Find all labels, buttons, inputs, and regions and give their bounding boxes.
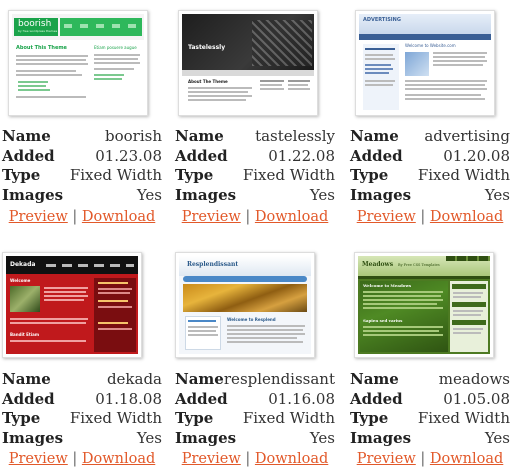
name-label: Name xyxy=(350,127,399,145)
theme-name: advertising xyxy=(424,127,510,145)
thumb-heading-2: Sapien sed varius xyxy=(363,318,403,323)
preview-link[interactable]: Preview xyxy=(9,451,68,467)
theme-images: Yes xyxy=(484,428,510,447)
added-label: Added xyxy=(350,146,403,165)
download-link[interactable]: Download xyxy=(430,209,503,225)
theme-thumbnail[interactable]: ADVERTISING Welcome to Website.com xyxy=(355,10,495,116)
images-label: Images xyxy=(350,428,412,447)
theme-images: Yes xyxy=(136,428,162,447)
added-label: Added xyxy=(350,389,403,408)
thumb-logo: Resplendissant xyxy=(187,261,239,268)
type-label: Type xyxy=(175,166,214,184)
theme-name: boorish xyxy=(105,127,162,145)
download-link[interactable]: Download xyxy=(430,451,503,467)
link-separator: | xyxy=(420,209,426,225)
type-label: Type xyxy=(2,409,41,427)
theme-images: Yes xyxy=(484,185,510,204)
type-label: Type xyxy=(350,409,389,427)
theme-thumbnail[interactable]: Resplendissant Welcome to Resplend xyxy=(175,252,315,358)
download-link[interactable]: Download xyxy=(82,451,155,467)
added-label: Added xyxy=(2,146,55,165)
images-label: Images xyxy=(350,185,412,204)
preview-link[interactable]: Preview xyxy=(182,209,241,225)
thumb-tagline: by free wordpress themes xyxy=(18,29,58,33)
theme-name: resplendissant xyxy=(223,370,335,388)
thumb-heading: Welcome to Website.com xyxy=(405,43,456,48)
theme-type: Fixed Width xyxy=(69,166,162,184)
theme-added: 01.05.08 xyxy=(443,389,510,408)
theme-type: Fixed Width xyxy=(242,166,335,184)
thumb-logo: Tastelessly xyxy=(188,44,226,51)
theme-added: 01.20.08 xyxy=(443,146,510,165)
theme-added: 01.18.08 xyxy=(95,389,162,408)
preview-link[interactable]: Preview xyxy=(182,451,241,467)
link-separator: | xyxy=(245,209,251,225)
thumb-side-heading: Etiam posuere augue xyxy=(94,45,137,50)
name-label: Name xyxy=(175,127,224,145)
download-link[interactable]: Download xyxy=(82,209,155,225)
thumb-logo: Dekada xyxy=(10,261,36,268)
images-label: Images xyxy=(175,185,237,204)
added-label: Added xyxy=(2,389,55,408)
theme-type: Fixed Width xyxy=(417,166,510,184)
thumb-heading: About This Theme xyxy=(16,45,67,51)
thumb-logo: ADVERTISING xyxy=(363,17,401,23)
added-label: Added xyxy=(175,146,228,165)
thumb-heading: Welcome xyxy=(10,278,31,283)
download-link[interactable]: Download xyxy=(255,451,328,467)
thumb-heading: About The Theme xyxy=(188,79,228,84)
theme-added: 01.22.08 xyxy=(268,146,335,165)
theme-added: 01.16.08 xyxy=(268,389,335,408)
theme-images: Yes xyxy=(309,185,335,204)
theme-images: Yes xyxy=(309,428,335,447)
name-label: Name xyxy=(2,127,51,145)
theme-type: Fixed Width xyxy=(242,409,335,427)
preview-link[interactable]: Preview xyxy=(357,451,416,467)
name-label: Name xyxy=(175,370,224,388)
thumb-tagline: By Free CSS Templates xyxy=(398,263,440,267)
theme-type: Fixed Width xyxy=(69,409,162,427)
images-label: Images xyxy=(175,428,237,447)
preview-link[interactable]: Preview xyxy=(9,209,68,225)
preview-link[interactable]: Preview xyxy=(357,209,416,225)
thumb-logo: Meadows xyxy=(362,261,394,268)
theme-name: dekada xyxy=(106,370,162,388)
theme-thumbnail[interactable]: boorish by free wordpress themes About T… xyxy=(8,10,148,116)
theme-added: 01.23.08 xyxy=(95,146,162,165)
name-label: Name xyxy=(350,370,399,388)
link-separator: | xyxy=(245,451,251,467)
thumb-footer-heading: Bandit Etiam xyxy=(10,332,40,337)
theme-thumbnail[interactable]: Dekada Welcome Bandit Etiam xyxy=(2,252,142,358)
theme-thumbnail[interactable]: Meadows By Free CSS Templates Welcome to… xyxy=(354,252,494,358)
type-label: Type xyxy=(2,166,41,184)
link-separator: | xyxy=(420,451,426,467)
link-separator: | xyxy=(72,451,78,467)
thumb-logo: boorish xyxy=(18,19,52,29)
type-label: Type xyxy=(350,166,389,184)
download-link[interactable]: Download xyxy=(255,209,328,225)
theme-type: Fixed Width xyxy=(417,409,510,427)
name-label: Name xyxy=(2,370,51,388)
theme-thumbnail[interactable]: Tastelessly About The Theme xyxy=(178,10,318,116)
images-label: Images xyxy=(2,428,64,447)
thumb-heading: Welcome to Meadows xyxy=(363,283,412,288)
added-label: Added xyxy=(175,389,228,408)
theme-images: Yes xyxy=(136,185,162,204)
images-label: Images xyxy=(2,185,64,204)
theme-name: meadows xyxy=(438,370,510,388)
link-separator: | xyxy=(72,209,78,225)
theme-name: tastelessly xyxy=(255,127,335,145)
type-label: Type xyxy=(175,409,214,427)
thumb-heading: Welcome to Resplend xyxy=(227,317,276,322)
